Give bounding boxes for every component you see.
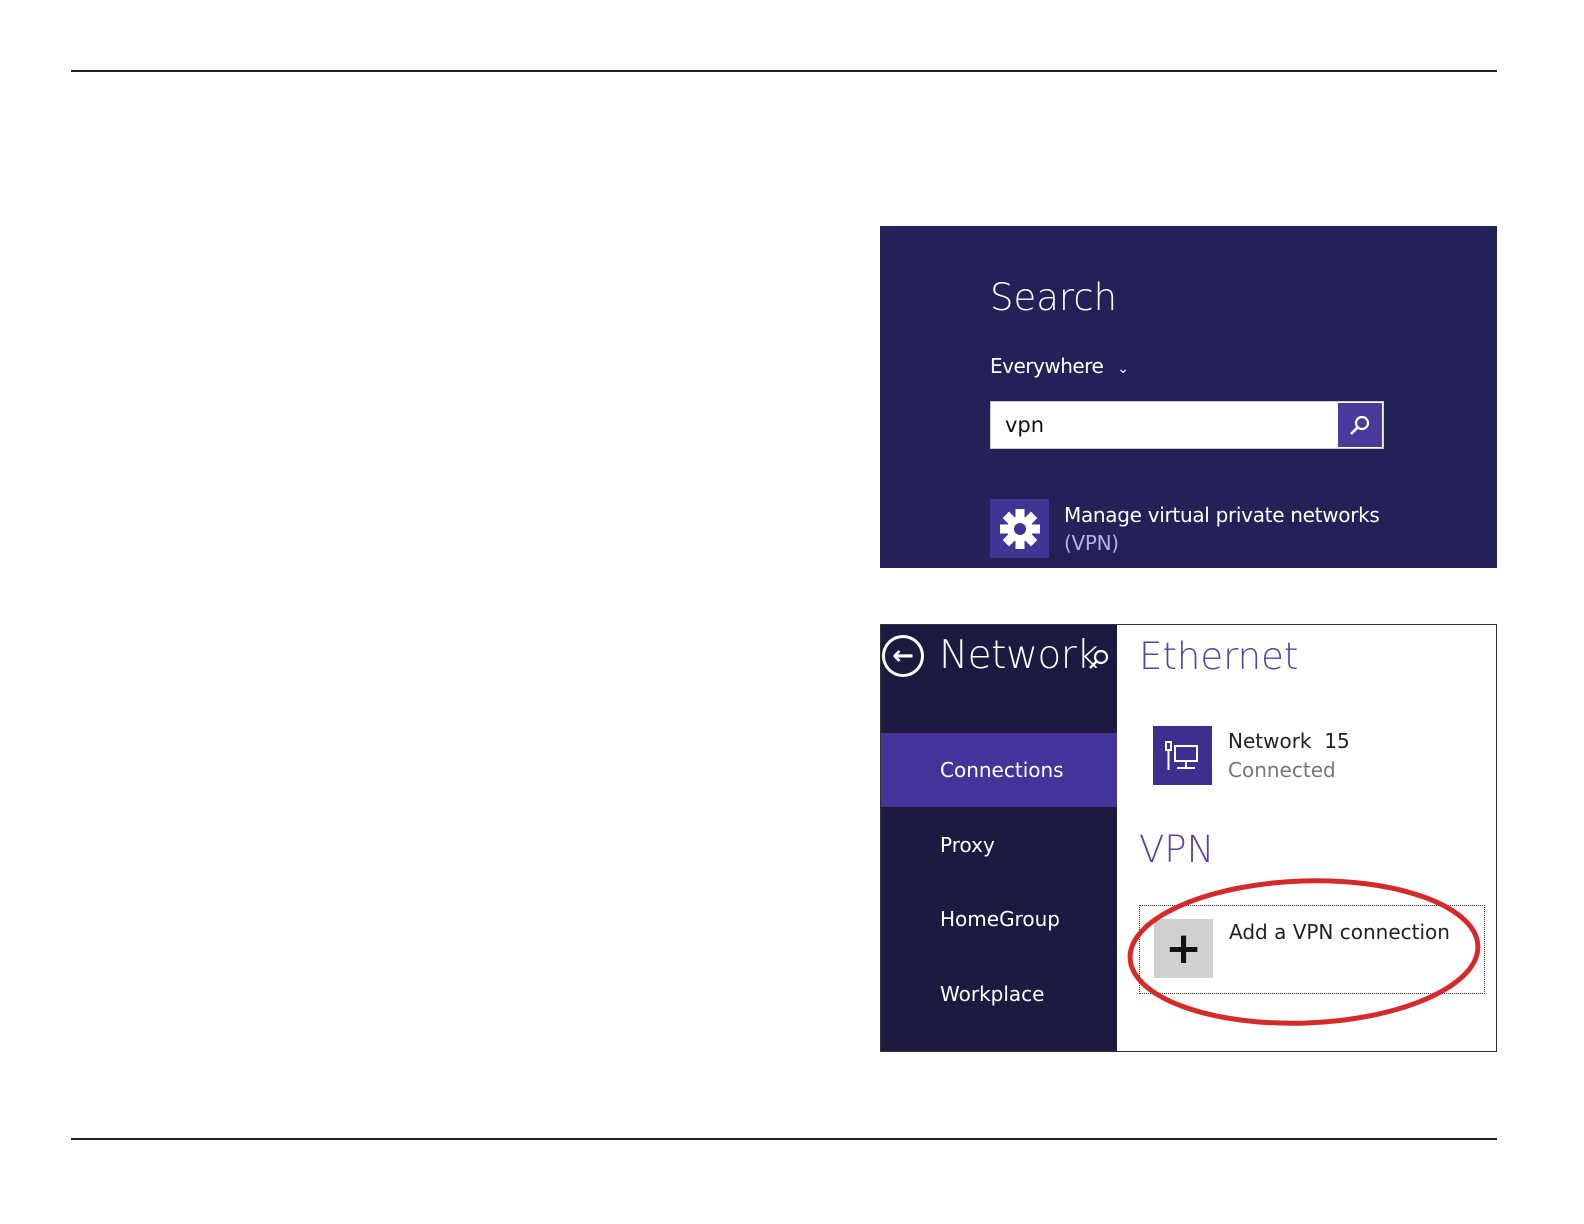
nav-workplace[interactable]: Workplace	[881, 957, 1117, 1031]
magnifier-icon	[1350, 415, 1370, 435]
search-charm-panel: Search Everywhere ⌄ Manage virtual privat…	[880, 226, 1497, 568]
search-input[interactable]	[991, 402, 1331, 448]
search-title: Search	[990, 276, 1118, 319]
back-arrow-icon[interactable]: ←	[882, 635, 924, 677]
search-icon[interactable]	[1087, 647, 1111, 675]
scope-label: Everywhere	[990, 354, 1104, 378]
plus-icon: +	[1154, 919, 1213, 978]
ethernet-connection[interactable]: Network 15 Connected	[1153, 726, 1350, 785]
add-vpn-connection-button[interactable]: + Add a VPN connection	[1139, 905, 1485, 994]
search-box	[990, 401, 1384, 449]
vpn-heading: VPN	[1139, 828, 1215, 871]
search-result-manage-vpn[interactable]: Manage virtual private networks (VPN)	[990, 499, 1380, 558]
wired-network-icon	[1153, 726, 1212, 785]
add-vpn-label: Add a VPN connection	[1229, 920, 1450, 944]
connection-name: Network 15	[1228, 729, 1350, 753]
result-label: Manage virtual private networks	[1064, 503, 1380, 527]
page-title: Network	[939, 633, 1099, 678]
nav-proxy[interactable]: Proxy	[881, 808, 1117, 882]
ethernet-heading: Ethernet	[1139, 635, 1299, 678]
network-settings-panel: ← Network Connections Proxy HomeGroup Wo…	[880, 624, 1497, 1052]
network-sidebar: ← Network Connections Proxy HomeGroup Wo…	[881, 625, 1117, 1051]
search-button[interactable]	[1338, 403, 1382, 447]
nav-homegroup[interactable]: HomeGroup	[881, 882, 1117, 956]
connection-status: Connected	[1228, 758, 1336, 782]
chevron-down-icon: ⌄	[1117, 361, 1129, 377]
search-scope-dropdown[interactable]: Everywhere ⌄	[990, 354, 1129, 378]
nav-connections[interactable]: Connections	[881, 733, 1117, 807]
top-rule	[71, 70, 1497, 72]
gear-icon	[990, 499, 1049, 558]
result-label-suffix: (VPN)	[1064, 531, 1119, 555]
bottom-rule	[71, 1138, 1497, 1140]
